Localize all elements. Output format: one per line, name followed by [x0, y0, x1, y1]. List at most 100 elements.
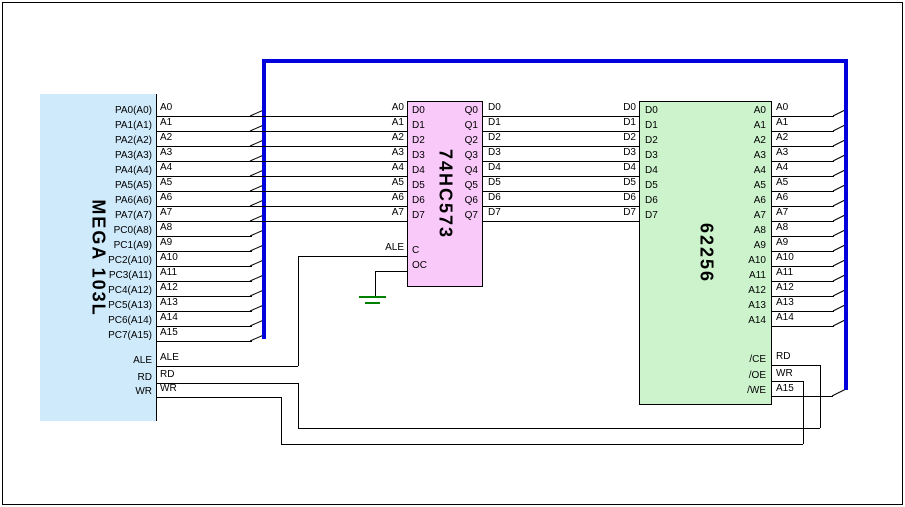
net-wire-A1: [157, 131, 407, 132]
pin-sram-A2: A2: [676, 136, 766, 146]
net-label-D2-latch-out: D2: [488, 133, 501, 143]
net-wire-D1: [483, 131, 639, 132]
net-label-ale-mega: ALE: [160, 353, 179, 363]
pin-mega-PC3(A11): PC3(A11): [62, 271, 152, 281]
net-label-A11-mega: A11: [160, 268, 177, 278]
net-label-A1-mega: A1: [160, 118, 172, 128]
pin-sram-A14: A14: [676, 316, 766, 326]
net-label-D4-latch-out: D4: [488, 163, 501, 173]
wire-oc: [375, 271, 407, 272]
net-label-D0-latch-out: D0: [488, 103, 501, 113]
schematic-canvas: MEGA 103L 74HC573 62256 A0A1A2A3A4A5A6A7…: [0, 0, 905, 507]
pin-sram-A10: A10: [676, 256, 766, 266]
net-wire-rd-drop: [298, 383, 299, 428]
net-label-A12-mega: A12: [160, 283, 178, 293]
pin-mega-PA7(A7): PA7(A7): [62, 211, 152, 221]
net-label-A5-sram-out: A5: [776, 178, 788, 188]
net-wire-D4: [483, 176, 639, 177]
net-label-D6-latch-out: D6: [488, 193, 501, 203]
net-wire-A2: [157, 146, 407, 147]
net-label-A6-mega: A6: [160, 193, 172, 203]
net-wire-D7: [483, 221, 639, 222]
pin-mega-PC7(A15): PC7(A15): [62, 331, 152, 341]
net-label-A11-sram-out: A11: [776, 268, 793, 278]
ground-symbol-bar1: [359, 296, 386, 298]
net-wire-ale-to-c: [298, 256, 407, 257]
bus-top-horizontal: [262, 59, 848, 63]
pin-sram-D4: D4: [645, 166, 658, 176]
chip-74hc573-title: 74HC573: [435, 149, 456, 239]
pin-mega-PC0(A8): PC0(A8): [62, 226, 152, 236]
pin-latch-Q0: Q0: [388, 106, 478, 116]
net-label-A4-mega: A4: [160, 163, 172, 173]
pin-sram-A8: A8: [676, 226, 766, 236]
pin-sram-A5: A5: [676, 181, 766, 191]
pin-latch-Q1: Q1: [388, 121, 478, 131]
pin-sram-A7: A7: [676, 211, 766, 221]
net-wire-wr-bottom: [281, 444, 803, 445]
net-wire-A6: [157, 206, 407, 207]
net-label-wr-mega: WR: [160, 384, 177, 394]
pin-mega-PC6(A14): PC6(A14): [62, 316, 152, 326]
pin-mega-ALE: ALE: [62, 356, 152, 366]
pin-sram-D6: D6: [645, 196, 658, 206]
net-wire-D0: [483, 116, 639, 117]
net-label-A2-sram-out: A2: [776, 133, 788, 143]
pin-sram-OE: /OE: [676, 371, 766, 381]
net-label-A14-sram-out: A14: [776, 313, 794, 323]
net-wire-wr-to-oe: [772, 381, 803, 382]
net-label-D4-sram-in: D4: [546, 163, 636, 173]
bus-entry: [832, 389, 846, 396]
net-label-D7-sram-in: D7: [546, 208, 636, 218]
pin-latch-OC: OC: [412, 261, 427, 271]
pin-sram-D0: D0: [645, 106, 658, 116]
net-label-A14-mega: A14: [160, 313, 178, 323]
pin-sram-A6: A6: [676, 196, 766, 206]
pin-sram-D1: D1: [645, 121, 658, 131]
wire-oc-stem: [375, 271, 376, 296]
pin-mega-WR: WR: [62, 387, 152, 397]
net-label-D6-sram-in: D6: [546, 193, 636, 203]
net-wire-ale-riser: [298, 256, 299, 366]
net-label-D5-sram-in: D5: [546, 178, 636, 188]
net-label-A13-sram-out: A13: [776, 298, 794, 308]
pin-latch-Q3: Q3: [388, 151, 478, 161]
net-label-A3-mega: A3: [160, 148, 172, 158]
pin-sram-A9: A9: [676, 241, 766, 251]
net-label-wr-sram-out: WR: [776, 369, 793, 379]
pin-sram-A11: A11: [676, 271, 766, 281]
net-label-A7-sram-out: A7: [776, 208, 788, 218]
pin-latch-Q7: Q7: [388, 211, 478, 221]
pin-sram-A3: A3: [676, 151, 766, 161]
net-label-D0-sram-in: D0: [546, 103, 636, 113]
net-label-A3-sram-out: A3: [776, 148, 788, 158]
net-wire-ale: [157, 366, 298, 367]
pin-mega-PA4(A4): PA4(A4): [62, 166, 152, 176]
net-wire-A3: [157, 161, 407, 162]
net-label-A4-sram-out: A4: [776, 163, 788, 173]
net-label-A5-mega: A5: [160, 178, 172, 188]
net-label-A0-sram-out: A0: [776, 103, 788, 113]
pin-latch-Q6: Q6: [388, 196, 478, 206]
net-wire-A14-sram: [772, 326, 834, 327]
pin-mega-PC2(A10): PC2(A10): [62, 256, 152, 266]
pin-mega-PA3(A3): PA3(A3): [62, 151, 152, 161]
pin-mega-PA5(A5): PA5(A5): [62, 181, 152, 191]
net-label-A7-mega: A7: [160, 208, 172, 218]
net-label-ALE-latch-in: ALE: [314, 243, 404, 253]
net-label-rd-sram-out: RD: [776, 352, 790, 362]
net-wire-wr: [157, 397, 281, 398]
net-wire-rd-bottom: [298, 428, 820, 429]
net-label-D1-sram-in: D1: [546, 118, 636, 128]
pin-sram-A12: A12: [676, 286, 766, 296]
net-label-D7-latch-out: D7: [488, 208, 501, 218]
pin-mega-PA2(A2): PA2(A2): [62, 136, 152, 146]
pin-sram-D5: D5: [645, 181, 658, 191]
pin-sram-CE: /CE: [676, 355, 766, 365]
net-wire-D2: [483, 146, 639, 147]
pin-sram-A1: A1: [676, 121, 766, 131]
pin-latch-Q5: Q5: [388, 181, 478, 191]
pin-latch-C: C: [412, 246, 419, 256]
net-label-A1-sram-out: A1: [776, 118, 788, 128]
net-label-A9-sram-out: A9: [776, 238, 788, 248]
